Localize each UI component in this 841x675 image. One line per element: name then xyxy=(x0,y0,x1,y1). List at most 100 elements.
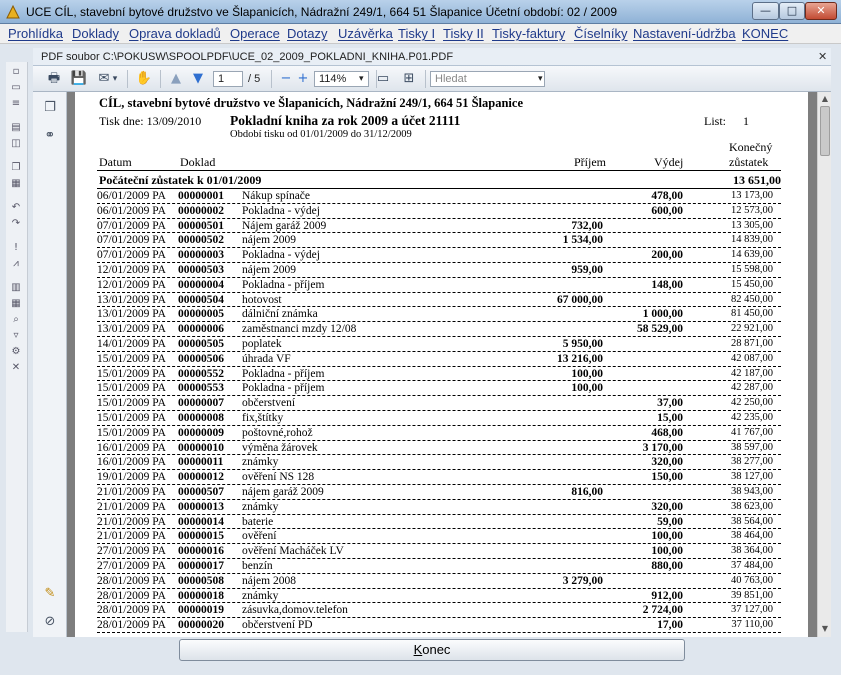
pdf-file-header: PDF soubor C:\POKUSW\SPOOLPDF\UCE_02_200… xyxy=(33,48,831,66)
attachments-panel-icon[interactable]: ⚭ xyxy=(42,128,58,144)
new-doc-icon[interactable]: ▫ xyxy=(9,66,23,78)
row-description: známky xyxy=(242,456,279,469)
menu-uzaverka[interactable]: Uzávěrka xyxy=(338,26,393,41)
save-icon[interactable]: 💾 xyxy=(69,70,89,88)
scroll-up-icon[interactable]: ▲ xyxy=(819,93,831,105)
row-description: poplatek xyxy=(242,337,282,350)
row-description: baterie xyxy=(242,515,274,528)
find-icon[interactable]: ⌕ xyxy=(9,314,23,326)
redo-icon[interactable]: ↷ xyxy=(9,218,23,230)
table-row: 12/01/2009 PA 00000503 nájem 2009 959,00 15 … xyxy=(97,263,781,278)
chart-icon[interactable]: ⩘ xyxy=(9,258,23,270)
row-balance: 28 871,00 xyxy=(731,337,773,349)
search-dropdown-icon[interactable]: ▾ xyxy=(538,73,543,84)
row-description: hotovost xyxy=(242,293,282,306)
grid-icon[interactable]: ▦ xyxy=(9,298,23,310)
row-description: benzín xyxy=(242,559,273,572)
filter-icon[interactable]: ▿ xyxy=(9,330,23,342)
konec-button[interactable]: Konec xyxy=(179,639,685,661)
row-doc-number: 00000016 xyxy=(178,545,224,558)
row-income: 5 950,00 xyxy=(562,337,603,350)
print-small-icon[interactable]: ▤ xyxy=(9,122,23,134)
title-bar: UCE CÍL, stavební bytové družstvo ve Šla… xyxy=(0,0,841,24)
vertical-scrollbar[interactable]: ▲ ▼ xyxy=(817,92,831,637)
menu-dotazy[interactable]: Dotazy xyxy=(287,26,327,41)
menu-tisky-faktury[interactable]: Tisky-faktury xyxy=(492,26,565,41)
fit-page-icon[interactable]: ▭ xyxy=(373,70,393,88)
hand-tool-icon[interactable]: ✋ xyxy=(134,70,154,88)
next-page-icon[interactable]: ▼ xyxy=(188,70,208,88)
copy-icon[interactable]: ❐ xyxy=(9,162,23,174)
pdf-document-area[interactable]: CÍL, stavební bytové družstvo ve Šlapani… xyxy=(67,92,817,637)
comments-panel-icon[interactable]: ✎ xyxy=(42,586,58,602)
page-number-input[interactable]: 1 xyxy=(213,71,243,87)
row-expense: 912,00 xyxy=(651,589,683,602)
table-icon[interactable]: ▥ xyxy=(9,282,23,294)
minimize-button[interactable]: — xyxy=(752,2,779,20)
row-date: 06/01/2009 PA xyxy=(97,204,166,217)
row-doc-number: 00000019 xyxy=(178,604,224,617)
window-title: UCE CÍL, stavební bytové družstvo ve Šla… xyxy=(26,5,618,19)
left-tool-strip: ▫ ▭ ≡ ▤ ◫ ❐ ▦ ↶ ↷ ! ⩘ ▥ ▦ ⌕ ▿ ⚙ ✕ xyxy=(6,62,28,632)
table-row: 21/01/2009 PA 00000014 baterie 59,00 38 564,… xyxy=(97,515,781,530)
pdf-close-icon[interactable]: ✕ xyxy=(818,51,829,62)
row-doc-number: 00000010 xyxy=(178,441,224,454)
search-input[interactable]: Hledat xyxy=(430,71,545,87)
share-dropdown-icon[interactable]: ▾ xyxy=(110,70,120,88)
row-income: 13 216,00 xyxy=(557,352,603,365)
table-row: 15/01/2009 PA 00000009 poštovné,rohož 468,0… xyxy=(97,426,781,441)
fit-width-icon[interactable]: ⊞ xyxy=(399,70,419,88)
list-icon[interactable]: ≡ xyxy=(9,98,23,110)
settings-icon[interactable]: ⚙ xyxy=(9,346,23,358)
undo-icon[interactable]: ↶ xyxy=(9,202,23,214)
menu-nastaveni-udrzba[interactable]: Nastavení-údržba xyxy=(633,26,736,41)
row-date: 12/01/2009 PA xyxy=(97,278,166,291)
row-balance: 42 087,00 xyxy=(731,352,773,364)
table-row: 13/01/2009 PA 00000005 dálniční známka 1 00… xyxy=(97,307,781,323)
row-description: známky xyxy=(242,500,279,513)
alert-icon[interactable]: ! xyxy=(9,242,23,254)
menu-konec[interactable]: KONEC xyxy=(742,26,788,41)
zoom-dropdown-icon[interactable]: ▾ xyxy=(359,73,364,84)
menu-tisky-2[interactable]: Tisky II xyxy=(443,26,484,41)
row-description: Pokladna - příjem xyxy=(242,382,325,395)
row-balance: 14 839,00 xyxy=(731,234,773,246)
row-doc-number: 00000014 xyxy=(178,515,224,528)
row-expense: 100,00 xyxy=(651,530,683,543)
tools-icon[interactable]: ✕ xyxy=(9,362,23,374)
scroll-thumb[interactable] xyxy=(820,106,830,156)
table-row: 28/01/2009 PA 00000018 známky 912,00 39 851,… xyxy=(97,589,781,604)
menu-oprava-dokladu[interactable]: Oprava dokladů xyxy=(129,26,221,41)
row-description: Nákup spínače xyxy=(242,190,311,202)
row-expense: 1 000,00 xyxy=(642,308,683,321)
paste-icon[interactable]: ▦ xyxy=(9,178,23,190)
pages-panel-icon[interactable]: ❐ xyxy=(42,100,58,116)
row-balance: 37 484,00 xyxy=(731,559,773,571)
col-header-expense: Výdej xyxy=(654,155,684,169)
maximize-button[interactable]: □ xyxy=(779,2,805,20)
prev-page-icon[interactable]: ▲ xyxy=(166,70,186,88)
row-doc-number: 00000012 xyxy=(178,471,224,484)
zoom-in-icon[interactable]: + xyxy=(293,70,313,88)
row-date: 15/01/2009 PA xyxy=(97,367,166,380)
row-date: 13/01/2009 PA xyxy=(97,323,166,336)
row-expense: 100,00 xyxy=(651,545,683,558)
menu-operace[interactable]: Operace xyxy=(230,26,280,41)
row-income: 100,00 xyxy=(571,382,603,395)
menu-doklady[interactable]: Doklady xyxy=(72,26,119,41)
report-organization: CÍL, stavební bytové družstvo ve Šlapani… xyxy=(99,96,523,110)
preview-icon[interactable]: ◫ xyxy=(9,138,23,150)
row-date: 15/01/2009 PA xyxy=(97,426,166,439)
table-row: 28/01/2009 PA 00000019 zásuvka,domov.telef… xyxy=(97,603,781,619)
scroll-down-icon[interactable]: ▼ xyxy=(819,623,831,635)
menu-tisky-1[interactable]: Tisky I xyxy=(398,26,435,41)
menu-prohlidka[interactable]: Prohlídka xyxy=(8,26,63,41)
paperclip-icon[interactable]: ⊘ xyxy=(42,614,58,630)
row-description: výměna žárovek xyxy=(242,441,318,454)
row-balance: 42 250,00 xyxy=(731,397,773,409)
row-doc-number: 00000506 xyxy=(178,352,224,365)
print-icon[interactable]: 🖶 xyxy=(44,70,64,88)
menu-ciselniky[interactable]: Číselníky xyxy=(574,26,627,41)
close-window-button[interactable]: ✕ xyxy=(805,2,837,20)
open-icon[interactable]: ▭ xyxy=(9,82,23,94)
